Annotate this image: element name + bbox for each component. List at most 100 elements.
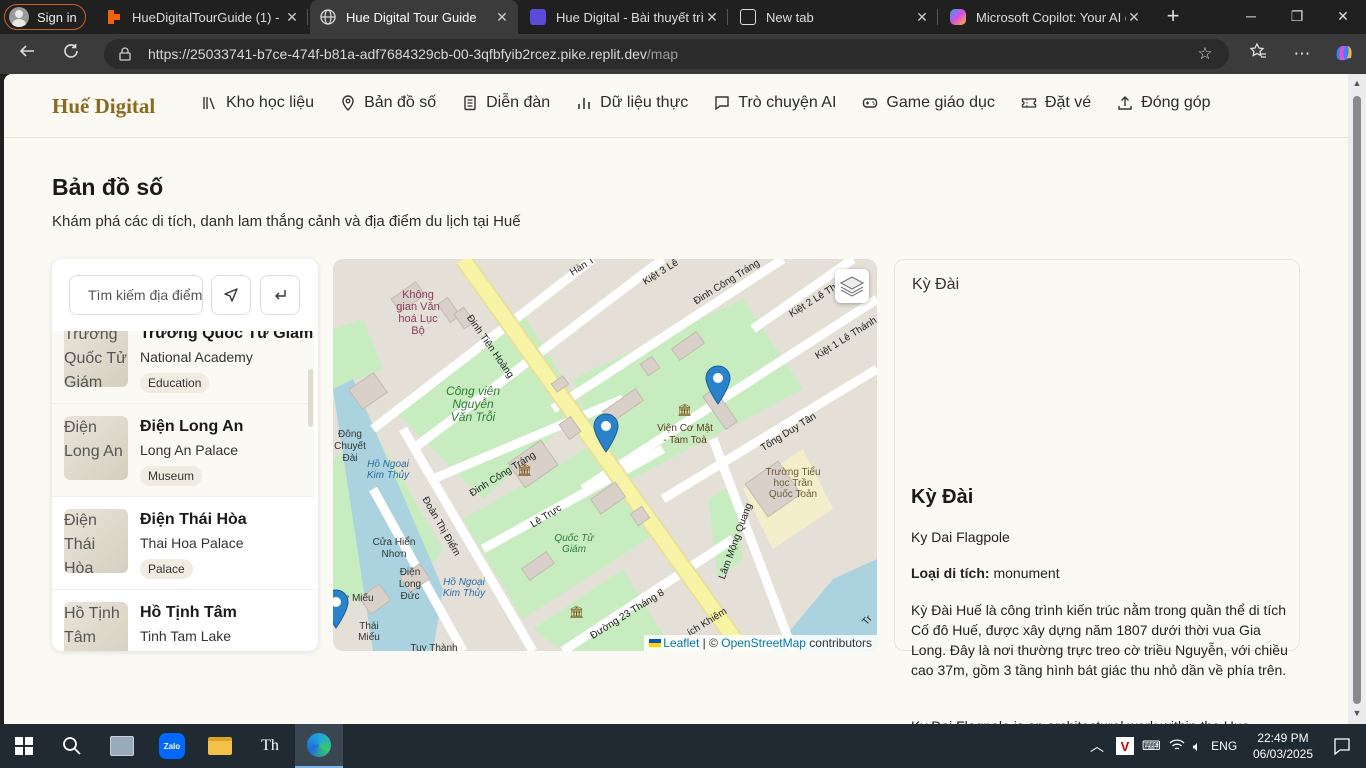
file-explorer-icon[interactable] <box>196 724 244 768</box>
refresh-icon[interactable] <box>56 40 86 68</box>
route-button[interactable] <box>260 275 300 315</box>
tab-title: Hue Digital Tour Guide <box>346 9 477 25</box>
address-bar[interactable]: https://25033741-b7ce-474f-b81a-adf76843… <box>104 39 1229 69</box>
map-marker-icon[interactable] <box>333 589 349 629</box>
osm-link[interactable]: OpenStreetMap <box>721 636 806 650</box>
unikey-tray-icon[interactable]: V <box>1116 737 1134 755</box>
nav-ban-do-so[interactable]: Bản đồ số <box>340 94 436 112</box>
tab-replit[interactable]: HueDigitalTourGuide (1) - Re ✕ <box>96 0 308 34</box>
locate-me-button[interactable] <box>211 275 251 315</box>
wifi-icon[interactable] <box>1169 738 1185 755</box>
nav-kho-hoc-lieu[interactable]: Kho học liệu <box>202 94 314 112</box>
file-viewer-app-icon[interactable] <box>98 724 146 768</box>
close-tab-icon[interactable]: ✕ <box>704 9 720 26</box>
scroll-up-icon[interactable]: ▲ <box>1352 78 1362 88</box>
tab-hue-digital-tour-guide[interactable]: Hue Digital Tour Guide ✕ <box>310 0 518 34</box>
tab-title: Microsoft Copilot: Your AI co <box>976 9 1126 25</box>
zalo-app-icon[interactable]: Zalo <box>148 724 196 768</box>
map-label: Hồ Ngoại Kim Thủy <box>366 459 410 481</box>
chevron-up-icon[interactable]: ︿ <box>1090 736 1104 756</box>
clock-date: 06/03/2025 <box>1252 747 1314 761</box>
list-item[interactable]: Hồ Tịnh Tâm Hồ Tịnh Tâm Tinh Tam Lake <box>52 590 314 651</box>
navigation-arrow-icon <box>224 288 238 302</box>
leaflet-link[interactable]: Leaflet <box>663 636 699 650</box>
sign-in-button[interactable]: Sign in <box>4 4 86 30</box>
minimize-button[interactable]: ─ <box>1228 0 1274 34</box>
detail-description-en: Ky Dai Flagpole is an architectural work… <box>911 716 1291 724</box>
nav-dien-dan[interactable]: Diễn đàn <box>462 94 550 112</box>
more-menu-icon[interactable]: ⋯ <box>1290 42 1314 66</box>
place-thumbnail: Điện Thái Hòa <box>64 509 128 573</box>
enter-return-icon <box>275 290 286 300</box>
scroll-down-icon[interactable]: ▼ <box>1352 708 1362 718</box>
new-tab-button[interactable]: + <box>1160 4 1186 30</box>
windows-taskbar: Zalo Th ︿ V ⌨ 🔈︎ ENG 22:49 PM 06/03/2025 <box>0 724 1366 768</box>
edge-app-icon[interactable] <box>295 724 343 768</box>
nav-dat-ve[interactable]: Đặt vé <box>1021 94 1091 112</box>
unikey-app-icon[interactable]: Th <box>246 724 294 768</box>
place-thumbnail: Điện Long An <box>64 416 128 480</box>
close-tab-icon[interactable]: ✕ <box>914 9 930 26</box>
notifications-icon[interactable] <box>1318 724 1366 768</box>
place-english-name: National Academy <box>140 349 253 365</box>
tab-new-tab[interactable]: New tab ✕ <box>730 0 938 34</box>
thumbnail-alt: Trường Quốc Tử Giám <box>64 331 127 387</box>
input-method-icon[interactable]: ⌨ <box>1142 738 1161 754</box>
map-label: Quốc Tử Giám <box>554 533 594 555</box>
list-item[interactable]: Trường Quốc Tử Giám Trường Quốc Tử Giám … <box>52 331 314 404</box>
site-logo[interactable]: Huế Digital <box>52 94 155 119</box>
clock-time: 22:49 PM <box>1257 731 1309 745</box>
search-button[interactable] <box>48 724 96 768</box>
list-scrollbar[interactable] <box>308 369 313 427</box>
map-marker-icon[interactable] <box>705 365 731 405</box>
place-thumbnail: Hồ Tịnh Tâm <box>64 602 128 651</box>
detail-title: Kỳ Đài <box>911 486 974 508</box>
close-tab-icon[interactable]: ✕ <box>284 9 300 26</box>
favorite-star-icon[interactable]: ☆ <box>1193 42 1217 66</box>
ticket-icon <box>1021 98 1037 108</box>
sign-in-label: Sign in <box>37 9 77 25</box>
page-scrollbar[interactable]: ▲ ▼ <box>1348 74 1366 724</box>
tab-title: Hue Digital - Bài thuyết trình <box>556 9 704 25</box>
tab-copilot[interactable]: Microsoft Copilot: Your AI co ✕ <box>940 0 1150 34</box>
layers-control-button[interactable] <box>835 269 869 303</box>
globe-icon <box>320 9 336 25</box>
attribution-sep: | © <box>699 636 722 650</box>
map-label: Đông Chuyết Đài <box>334 429 366 464</box>
volume-icon[interactable]: 🔈︎ <box>1193 738 1201 755</box>
language-indicator[interactable]: ENG <box>1211 739 1237 753</box>
close-window-button[interactable]: ✕ <box>1320 0 1366 34</box>
search-input[interactable]: Tìm kiếm địa điểm <box>69 275 203 315</box>
copilot-icon <box>950 9 966 25</box>
ukraine-flag-icon <box>649 639 662 647</box>
system-clock[interactable]: 22:49 PM 06/03/2025 <box>1250 730 1316 762</box>
places-list: Trường Quốc Tử Giám Trường Quốc Tử Giám … <box>52 331 314 651</box>
map-view[interactable]: Không gian Văn hoá Lục Bộ Công viên Nguy… <box>333 259 877 651</box>
map-marker-icon[interactable] <box>593 413 619 453</box>
nav-du-lieu-thuc[interactable]: Dữ liệu thực <box>576 94 688 112</box>
nav-dong-gop[interactable]: Đóng góp <box>1117 94 1211 112</box>
nav-tro-chuyen-ai[interactable]: Trò chuyện AI <box>714 94 836 112</box>
thumbnail-alt: Điện Thái Hòa <box>64 512 97 573</box>
list-item[interactable]: Điện Thái Hòa Điện Thái Hòa Thai Hoa Pal… <box>52 497 314 590</box>
list-item[interactable]: Điện Long An Điện Long An Long An Palace… <box>52 404 314 497</box>
favorites-icon[interactable] <box>1246 42 1270 66</box>
close-tab-icon[interactable]: ✕ <box>494 9 510 26</box>
tab-hue-digital-presentation[interactable]: Hue Digital - Bài thuyết trình ✕ <box>520 0 728 34</box>
back-arrow-icon[interactable] <box>12 40 42 68</box>
copilot-icon[interactable] <box>1332 42 1356 66</box>
map-label: Hồ Ngoại Kim Thủy <box>442 577 486 599</box>
close-tab-icon[interactable]: ✕ <box>1126 9 1142 26</box>
page-title: Bản đồ số <box>52 174 164 200</box>
restore-button[interactable]: ❐ <box>1274 0 1320 34</box>
nav-label: Đóng góp <box>1141 94 1211 111</box>
place-name: Trường Quốc Tử Giám <box>140 331 314 342</box>
scroll-thumb[interactable] <box>1353 96 1361 704</box>
map-pin-icon <box>342 95 354 111</box>
place-name: Điện Thái Hòa <box>140 511 247 528</box>
start-button[interactable] <box>0 724 48 768</box>
url-path: /map <box>646 46 679 62</box>
nav-label: Dữ liệu thực <box>600 94 689 111</box>
nav-game-giao-duc[interactable]: Game giáo dục <box>862 94 995 112</box>
main-nav: Kho học liệu Bản đồ số Diễn đàn Dữ liệu … <box>202 94 1237 112</box>
